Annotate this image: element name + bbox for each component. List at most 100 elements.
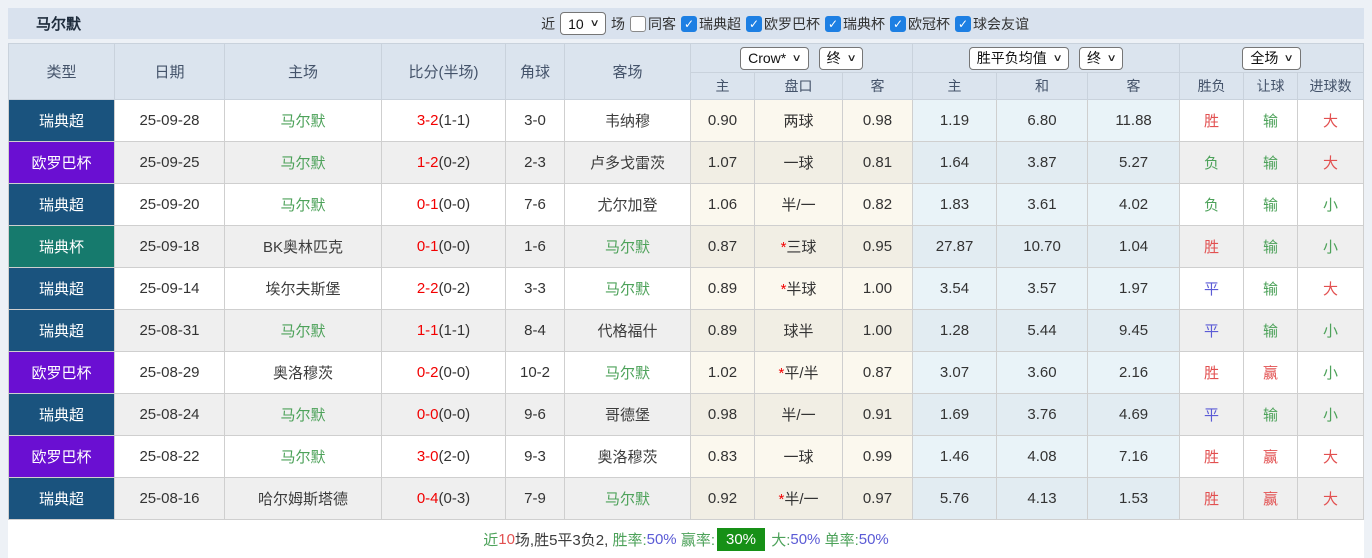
league-cell: 欧罗巴杯 — [8, 351, 115, 394]
avg-away: 5.27 — [1087, 141, 1181, 184]
full-time-score: 3-2 — [416, 112, 439, 129]
home-team-cell: 马尔默 — [224, 99, 382, 142]
scope-select[interactable]: 全场 ∨ — [1242, 46, 1301, 70]
odds-company-select[interactable]: Crow* ∨ — [740, 46, 809, 70]
corner-score: 9-3 — [505, 435, 565, 478]
corner-score: 2-3 — [505, 141, 565, 184]
odds-home: 0.83 — [690, 435, 755, 478]
summary-segment: 50% — [858, 530, 889, 548]
recent-count-select[interactable]: 10 ∨ — [560, 12, 606, 35]
table-row: 欧罗巴杯 25-08-22 马尔默 3-0(2-0) 9-3 奥洛穆茨 0.83… — [8, 435, 1364, 478]
league-badge: 瑞典超 — [9, 184, 114, 225]
home-team: BK奥林匹克 — [262, 239, 343, 256]
handicap-cell: *半/一 — [754, 477, 843, 520]
odds-home: 0.98 — [690, 393, 755, 436]
full-time-score: 0-1 — [416, 238, 439, 255]
score-cell: 3-0(2-0) — [381, 435, 506, 478]
same-venue-checkbox[interactable] — [630, 15, 646, 32]
away-team-cell: 韦纳穆 — [564, 99, 691, 142]
avg-home: 1.69 — [912, 393, 998, 436]
corner-score: 7-9 — [505, 477, 565, 520]
avg-draw: 6.80 — [996, 99, 1089, 142]
goals-cell: 大 — [1297, 99, 1364, 142]
league-cell: 瑞典超 — [8, 183, 115, 226]
summary-segment: 赢率: — [676, 531, 715, 549]
league-cell: 瑞典超 — [8, 309, 115, 352]
odds-away: 0.82 — [841, 183, 914, 226]
league-badge: 欧罗巴杯 — [9, 352, 114, 393]
result-cell: 胜 — [1179, 477, 1245, 520]
home-team-cell: 哈尔姆斯塔德 — [224, 477, 382, 520]
subheader-odds-home: 主 — [690, 72, 755, 100]
half-time-score: (0-0) — [438, 406, 471, 423]
chevron-down-icon: ∨ — [791, 52, 803, 64]
away-team-cell: 马尔默 — [564, 267, 691, 310]
goals-cell: 小 — [1297, 393, 1364, 436]
table-row: 瑞典超 25-09-20 马尔默 0-1(0-0) 7-6 尤尔加登 1.06 … — [8, 183, 1364, 226]
handicap-cell: 两球 — [754, 99, 843, 142]
swe-cup-checkbox[interactable] — [825, 15, 841, 32]
give-cell: 输 — [1243, 99, 1299, 142]
result-cell: 平 — [1179, 267, 1245, 310]
away-team: 马尔默 — [604, 239, 650, 256]
league-cell: 瑞典超 — [8, 267, 115, 310]
match-history-table: 类型 日期 主场 比分(半场) 角球 客场 Crow* ∨ 终 ∨ 胜平负均值 … — [8, 43, 1364, 520]
goals-value: 小 — [1323, 239, 1339, 256]
odds-away: 1.00 — [841, 309, 914, 352]
away-team-cell: 奥洛穆茨 — [564, 435, 691, 478]
champions-checkbox[interactable] — [890, 15, 906, 32]
handicap-cell: *平/半 — [754, 351, 843, 394]
europe-time-select[interactable]: 终 ∨ — [1079, 46, 1124, 70]
avg-draw: 4.13 — [996, 477, 1089, 520]
europa-checkbox[interactable] — [746, 15, 762, 32]
home-team-cell: 马尔默 — [224, 435, 382, 478]
friendly-checkbox[interactable] — [955, 15, 971, 32]
league-cell: 瑞典超 — [8, 393, 115, 436]
swe-super-checkbox[interactable] — [681, 15, 697, 32]
match-date: 25-09-14 — [114, 267, 225, 310]
goals-value: 大 — [1323, 491, 1339, 508]
avg-home: 3.07 — [912, 351, 998, 394]
give-cell: 赢 — [1243, 477, 1299, 520]
league-badge: 欧罗巴杯 — [9, 436, 114, 477]
handicap-line: 半/一 — [781, 197, 816, 214]
chevron-down-icon: ∨ — [1052, 52, 1063, 64]
half-time-score: (2-0) — [438, 448, 471, 465]
odds-home: 0.90 — [690, 99, 755, 142]
home-team: 马尔默 — [280, 155, 326, 172]
league-badge: 瑞典超 — [9, 478, 114, 519]
result-value: 平 — [1204, 281, 1220, 298]
subheader-avg-draw: 和 — [996, 72, 1089, 100]
subheader-avg-away: 客 — [1087, 72, 1181, 100]
header-home: 主场 — [224, 43, 382, 100]
odds-away: 1.00 — [841, 267, 914, 310]
goals-value: 大 — [1323, 281, 1339, 298]
match-date: 25-09-20 — [114, 183, 225, 226]
summary-footer: 近 10 场,胜5平3负2, 胜率: 50% 赢率: 30% 大: 50% 单率: 50% — [8, 520, 1364, 558]
away-team-cell: 马尔默 — [564, 477, 691, 520]
odds-time-select[interactable]: 终 ∨ — [818, 46, 863, 70]
league-badge: 瑞典杯 — [9, 226, 114, 267]
full-time-score: 0-0 — [416, 406, 439, 423]
subheader-avg-home: 主 — [912, 72, 998, 100]
away-team-cell: 马尔默 — [564, 225, 691, 268]
europe-odds-select[interactable]: 胜平负均值 ∨ — [968, 46, 1070, 70]
europa-label: 欧罗巴杯 — [764, 15, 820, 32]
half-time-score: (0-0) — [438, 238, 471, 255]
table-row: 欧罗巴杯 25-08-29 奥洛穆茨 0-2(0-0) 10-2 马尔默 1.0… — [8, 351, 1364, 394]
give-value: 赢 — [1263, 449, 1279, 466]
half-time-score: (0-2) — [438, 154, 471, 171]
match-date: 25-09-28 — [114, 99, 225, 142]
handicap-line: 平/半 — [784, 365, 819, 382]
give-cell: 输 — [1243, 183, 1299, 226]
header-score: 比分(半场) — [381, 43, 506, 100]
avg-draw: 3.87 — [996, 141, 1089, 184]
result-cell: 负 — [1179, 141, 1245, 184]
goals-cell: 小 — [1297, 309, 1364, 352]
result-value: 平 — [1204, 323, 1220, 340]
summary-segment: 大: — [767, 531, 791, 549]
goals-value: 小 — [1323, 407, 1339, 424]
table-row: 瑞典超 25-09-28 马尔默 3-2(1-1) 3-0 韦纳穆 0.90 两… — [8, 99, 1364, 142]
half-time-score: (0-3) — [438, 490, 471, 507]
odds-company-value: Crow* — [748, 50, 787, 66]
